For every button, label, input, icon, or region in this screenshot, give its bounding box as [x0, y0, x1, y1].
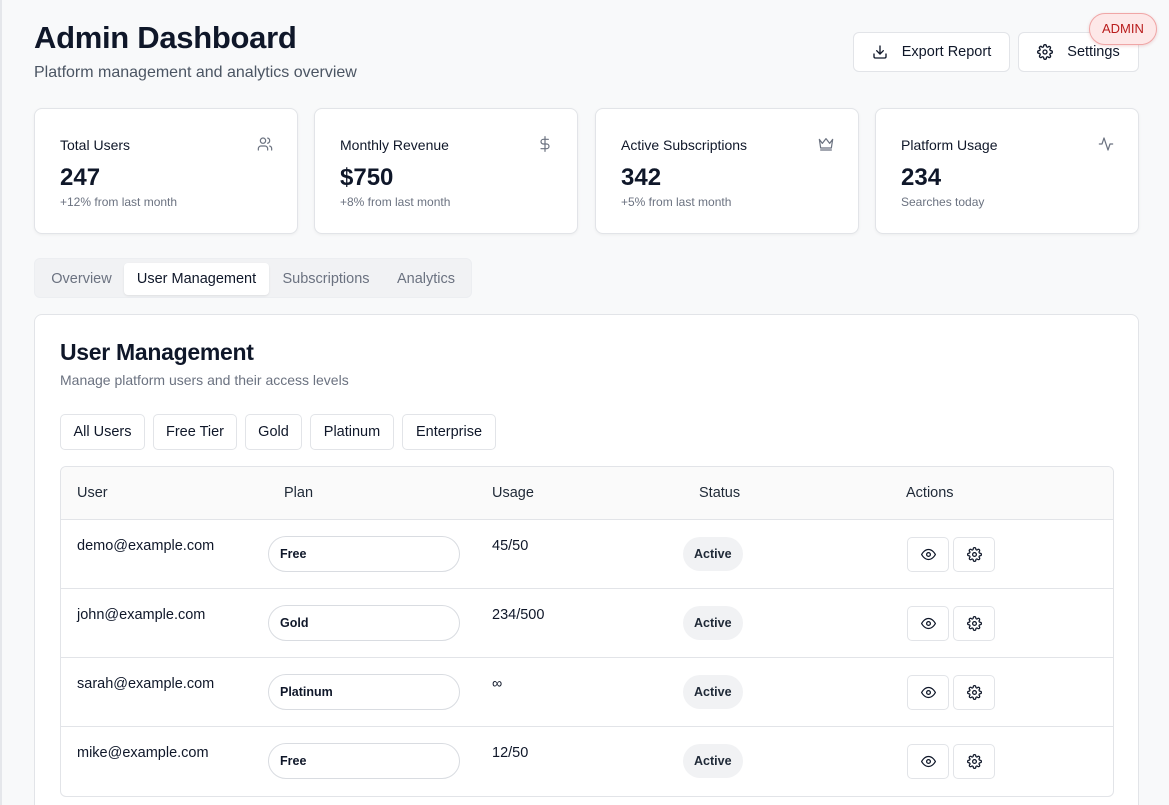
usage-value: 45/50	[492, 538, 529, 554]
eye-icon	[920, 686, 936, 699]
view-user-button[interactable]	[907, 744, 949, 779]
page-header: Admin Dashboard Platform management and …	[34, 20, 357, 82]
status-badge: Active	[683, 744, 743, 778]
gear-icon	[966, 547, 982, 562]
stat-value: $750	[340, 164, 394, 191]
tab-subscriptions[interactable]: Subscriptions	[271, 263, 381, 295]
stat-card-active-subscriptions: Active Subscriptions 342 +5% from last m…	[595, 108, 859, 234]
settings-label: Settings	[1067, 44, 1120, 60]
user-email: mike@example.com	[77, 745, 209, 761]
table-row: demo@example.com Free 45/50 Active	[61, 520, 1113, 589]
eye-icon	[920, 755, 936, 768]
usage-value: 12/50	[492, 745, 529, 761]
users-table: User Plan Usage Status Actions demo@exam…	[60, 466, 1114, 797]
view-user-button[interactable]	[907, 537, 949, 572]
status-badge: Active	[683, 606, 743, 640]
dollar-icon	[540, 136, 550, 152]
users-icon	[257, 137, 273, 151]
view-user-button[interactable]	[907, 675, 949, 710]
stat-card-total-users: Total Users 247 +12% from last month	[34, 108, 298, 234]
tab-user-management[interactable]: User Management	[124, 263, 269, 295]
table-row: john@example.com Gold 234/500 Active	[61, 589, 1113, 658]
status-badge: Active	[683, 675, 743, 709]
stat-label: Platform Usage	[901, 137, 998, 153]
eye-icon	[920, 617, 936, 630]
filter-free-tier[interactable]: Free Tier	[153, 414, 237, 450]
column-header-plan: Plan	[284, 485, 314, 501]
usage-value: ∞	[492, 676, 503, 692]
column-header-user: User	[77, 485, 108, 501]
user-settings-button[interactable]	[953, 606, 995, 641]
panel-description: Manage platform users and their access l…	[60, 372, 349, 388]
table-row: sarah@example.com Platinum ∞ Active	[61, 658, 1113, 727]
gear-icon	[966, 616, 982, 631]
page-subtitle: Platform management and analytics overvi…	[34, 64, 357, 81]
tab-analytics[interactable]: Analytics	[385, 263, 467, 295]
plan-select[interactable]: Platinum	[268, 674, 460, 710]
user-settings-button[interactable]	[953, 537, 995, 572]
column-header-actions: Actions	[906, 485, 954, 501]
stat-label: Active Subscriptions	[621, 137, 748, 153]
user-settings-button[interactable]	[953, 744, 995, 779]
gear-icon	[1037, 44, 1054, 60]
stat-change: +12% from last month	[60, 195, 178, 209]
filter-platinum[interactable]: Platinum	[310, 414, 394, 450]
export-report-button[interactable]: Export Report	[853, 32, 1010, 72]
stat-value: 342	[621, 164, 662, 191]
user-email: sarah@example.com	[77, 676, 215, 692]
stat-label: Monthly Revenue	[340, 137, 449, 153]
tab-overview[interactable]: Overview	[40, 263, 123, 295]
download-icon	[873, 45, 887, 59]
stat-change: +8% from last month	[340, 195, 451, 209]
user-email: john@example.com	[77, 607, 206, 623]
stat-value: 247	[60, 164, 101, 191]
plan-select[interactable]: Gold	[268, 605, 460, 641]
plan-select[interactable]: Free	[268, 536, 460, 572]
stat-caption: Searches today	[901, 195, 985, 209]
filter-enterprise[interactable]: Enterprise	[402, 414, 496, 450]
stat-value: 234	[901, 164, 942, 191]
user-email: demo@example.com	[77, 538, 215, 554]
stat-change: +5% from last month	[621, 195, 732, 209]
activity-icon	[1098, 137, 1114, 151]
gear-icon	[966, 754, 982, 769]
table-row: mike@example.com Free 12/50 Active	[61, 727, 1113, 796]
stat-label: Total Users	[60, 137, 131, 153]
column-header-status: Status	[699, 485, 741, 501]
page-title: Admin Dashboard	[34, 20, 297, 55]
column-header-usage: Usage	[492, 485, 534, 501]
export-report-label: Export Report	[901, 44, 992, 60]
status-badge: Active	[683, 537, 743, 571]
stat-card-monthly-revenue: Monthly Revenue $750 +8% from last month	[314, 108, 578, 234]
plan-select[interactable]: Free	[268, 743, 460, 779]
crown-icon	[818, 138, 834, 151]
panel-title: User Management	[60, 339, 254, 365]
tab-list: Overview User Management Subscriptions A…	[34, 258, 472, 298]
table-header: User Plan Usage Status Actions	[61, 467, 1113, 520]
filter-gold[interactable]: Gold	[245, 414, 302, 450]
admin-badge: ADMIN	[1089, 13, 1157, 45]
user-management-panel: User Management Manage platform users an…	[34, 314, 1139, 805]
usage-value: 234/500	[492, 607, 545, 623]
view-user-button[interactable]	[907, 606, 949, 641]
eye-icon	[920, 548, 936, 561]
stat-card-platform-usage: Platform Usage 234 Searches today	[875, 108, 1139, 234]
user-settings-button[interactable]	[953, 675, 995, 710]
window-edge	[0, 0, 2, 805]
gear-icon	[966, 685, 982, 700]
filter-all-users[interactable]: All Users	[60, 414, 145, 450]
